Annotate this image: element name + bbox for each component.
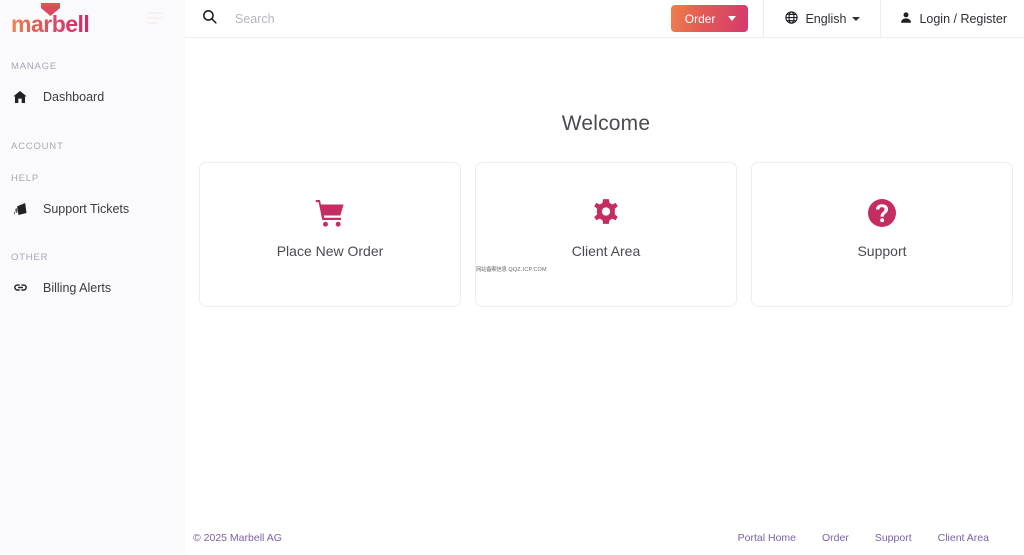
sidebar-section-other: OTHER: [0, 252, 185, 263]
card-label: Support: [857, 243, 906, 259]
brand-logo[interactable]: marbell: [0, 0, 185, 38]
main-region: Order English: [185, 0, 1024, 555]
page-title: Welcome: [185, 112, 1024, 136]
quick-action-cards: Place New Order Client Area 网站备案信息 QQZ.I…: [185, 162, 1024, 307]
brand-name: marbell: [11, 13, 89, 36]
topbar: Order English: [185, 0, 1024, 38]
globe-icon: [784, 10, 799, 28]
gear-icon: [590, 196, 622, 230]
watermark-cjk-text: 网站备案信息: [476, 267, 507, 273]
sidebar-item-support-tickets[interactable]: Support Tickets: [0, 193, 185, 224]
footer-link-support[interactable]: Support: [875, 532, 912, 544]
language-selector[interactable]: English: [764, 0, 880, 37]
sidebar-item-label: Support Tickets: [43, 202, 129, 216]
order-button[interactable]: Order: [671, 5, 749, 32]
login-register-label: Login / Register: [919, 12, 1007, 26]
sidebar-section-help: HELP: [0, 173, 185, 184]
icp-watermark: 网站备案信息 QQZ.ICP.COM: [476, 265, 547, 273]
content-area: Welcome Place New Order: [185, 38, 1024, 521]
order-button-label: Order: [685, 12, 716, 26]
footer: © 2025 Marbell AG Portal Home Order Supp…: [185, 521, 1024, 555]
sidebar-item-billing-alerts[interactable]: Billing Alerts: [0, 272, 185, 303]
card-client-area[interactable]: Client Area 网站备案信息 QQZ.ICP.COM: [475, 162, 737, 307]
login-register-button[interactable]: Login / Register: [881, 0, 1024, 37]
search-area[interactable]: [185, 0, 671, 37]
search-icon[interactable]: [201, 8, 218, 30]
app-root: marbell MANAGE Dashboard ACCOUNT HELP: [0, 0, 1024, 555]
sidebar-item-label: Billing Alerts: [43, 281, 111, 295]
sidebar-section-account: ACCOUNT: [0, 141, 185, 152]
card-label: Place New Order: [277, 243, 384, 259]
sidebar-toggle-icon[interactable]: [147, 12, 163, 24]
shopping-cart-icon: [313, 196, 347, 230]
card-place-new-order[interactable]: Place New Order: [199, 162, 461, 307]
search-input[interactable]: [235, 12, 665, 26]
language-label: English: [805, 12, 846, 26]
ticket-icon: [11, 200, 29, 218]
footer-link-portal-home[interactable]: Portal Home: [738, 532, 796, 544]
question-circle-icon: [866, 196, 898, 230]
card-label: Client Area: [572, 243, 640, 259]
sidebar-item-label: Dashboard: [43, 90, 104, 104]
card-support[interactable]: Support: [751, 162, 1013, 307]
footer-links: Portal Home Order Support Client Area: [738, 532, 1018, 544]
home-icon: [11, 88, 29, 106]
copyright-text: © 2025 Marbell AG: [193, 532, 282, 544]
chevron-down-icon: [728, 16, 736, 21]
sidebar: marbell MANAGE Dashboard ACCOUNT HELP: [0, 0, 185, 555]
person-icon: [899, 10, 913, 28]
watermark-domain-text: QQZ.ICP.COM: [508, 267, 546, 273]
logo-wrapper: marbell: [11, 0, 111, 38]
link-icon: [11, 279, 29, 297]
sidebar-section-manage: MANAGE: [0, 61, 185, 72]
sidebar-item-dashboard[interactable]: Dashboard: [0, 81, 185, 112]
footer-link-order[interactable]: Order: [822, 532, 849, 544]
footer-link-client-area[interactable]: Client Area: [938, 532, 989, 544]
chevron-down-icon: [852, 17, 860, 21]
